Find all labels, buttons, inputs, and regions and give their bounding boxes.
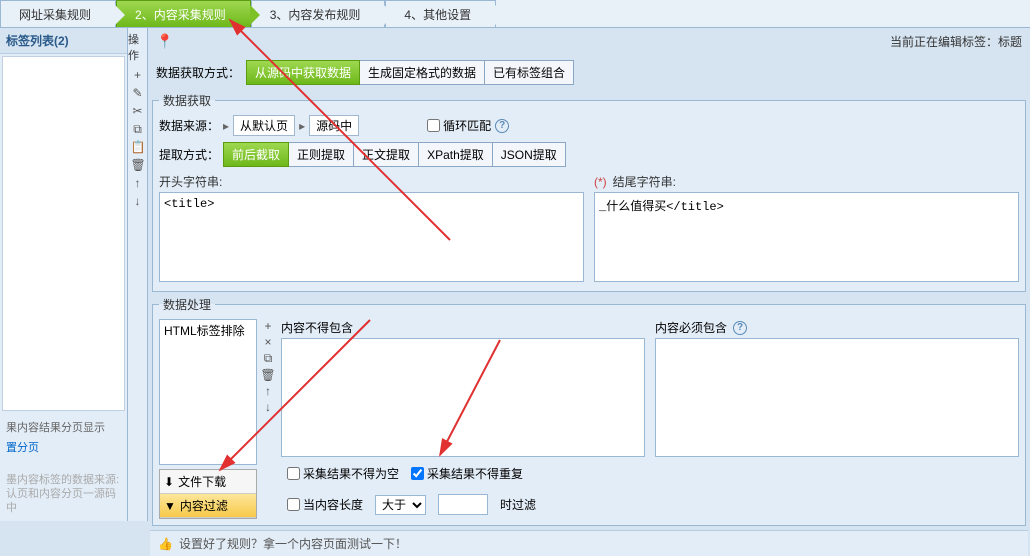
set-paging-link[interactable]: 置分页 bbox=[6, 439, 121, 455]
op-label: 操作 bbox=[128, 28, 147, 66]
footer-hint: 👍 设置好了规则？拿一个内容页面测试一下！ bbox=[150, 530, 1028, 556]
length-suffix: 时过滤 bbox=[500, 496, 536, 513]
add-icon[interactable]: + bbox=[131, 68, 145, 82]
footer-text: 设置好了规则？拿一个内容页面测试一下！ bbox=[179, 535, 407, 552]
not-contain-label: 内容不得包含 bbox=[281, 319, 353, 336]
delete-icon[interactable]: 🗑 bbox=[131, 158, 145, 172]
ext-body[interactable]: 正文提取 bbox=[354, 142, 419, 167]
method-fixed-format[interactable]: 生成固定格式的数据 bbox=[360, 60, 485, 85]
ext-json[interactable]: JSON提取 bbox=[493, 142, 566, 167]
ext-xpath[interactable]: XPath提取 bbox=[419, 142, 493, 167]
length-value-input[interactable] bbox=[438, 494, 488, 515]
data-process-fieldset: 数据处理 HTML标签排除 + × ⧉ 🗑 ↑ ↓ bbox=[152, 296, 1026, 526]
extract-method-label: 数据获取方式： bbox=[156, 64, 240, 81]
start-string-label: 开头字符串: bbox=[159, 173, 584, 190]
tab-publish-rules[interactable]: 3、内容发布规则 bbox=[251, 0, 386, 27]
list-item[interactable]: HTML标签排除 bbox=[160, 320, 256, 341]
paging-title: 果内容结果分页显示 bbox=[6, 419, 121, 435]
chk-length-filter[interactable]: 当内容长度 bbox=[287, 496, 363, 513]
extract-type-label: 提取方式： bbox=[159, 146, 219, 163]
paste-icon[interactable]: 📋 bbox=[131, 140, 145, 154]
proc-down-icon[interactable]: ↓ bbox=[265, 400, 271, 414]
process-legend: 数据处理 bbox=[159, 296, 215, 313]
proc-delete-icon[interactable]: 🗑 bbox=[260, 368, 275, 382]
ext-prefix-suffix[interactable]: 前后截取 bbox=[223, 142, 289, 167]
tag-op-column: 操作 + ✎ ✂ ⧉ 📋 🗑 ↑ ↓ bbox=[128, 28, 148, 521]
pin-icon: 📍 bbox=[156, 33, 173, 50]
length-op-select[interactable]: 大于 bbox=[375, 495, 426, 515]
chk-not-empty[interactable]: 采集结果不得为空 bbox=[287, 465, 399, 482]
move-up-icon[interactable]: ↑ bbox=[131, 176, 145, 190]
proc-add-icon[interactable]: + bbox=[264, 319, 271, 333]
edit-icon[interactable]: ✎ bbox=[131, 86, 145, 100]
method-tag-combo[interactable]: 已有标签组合 bbox=[485, 60, 574, 85]
process-bottom-tabs: ⬇ 文件下载 ▼ 内容过滤 bbox=[159, 469, 257, 519]
tab-content-filter[interactable]: ▼ 内容过滤 bbox=[160, 494, 256, 518]
method-from-source[interactable]: 从源码中获取数据 bbox=[246, 60, 360, 85]
tag-source-hint: 墨内容标签的数据来源: 认页和内容分页一源码中 bbox=[6, 473, 121, 515]
download-icon: ⬇ bbox=[164, 475, 174, 489]
help-icon[interactable]: ? bbox=[733, 321, 747, 335]
ext-regex[interactable]: 正则提取 bbox=[289, 142, 354, 167]
tag-list-body[interactable] bbox=[2, 56, 125, 411]
filter-icon: ▼ bbox=[164, 499, 176, 513]
source-default-page[interactable]: 从默认页 bbox=[233, 115, 295, 136]
must-contain-label: 内容必须包含 bbox=[655, 319, 727, 336]
extract-type-group: 前后截取 正则提取 正文提取 XPath提取 JSON提取 bbox=[223, 142, 566, 167]
chk-no-repeat[interactable]: 采集结果不得重复 bbox=[411, 465, 523, 482]
tab-file-download[interactable]: ⬇ 文件下载 bbox=[160, 470, 256, 494]
editing-status: 当前正在编辑标签：标题 bbox=[890, 33, 1022, 50]
extract-method-group: 从源码中获取数据 生成固定格式的数据 已有标签组合 bbox=[246, 60, 574, 85]
tab-content-rules[interactable]: 2、内容采集规则 bbox=[116, 0, 251, 27]
end-string-label: 结尾字符串: bbox=[613, 173, 676, 190]
copy-icon[interactable]: ⧉ bbox=[131, 122, 145, 136]
process-step-list[interactable]: HTML标签排除 bbox=[159, 319, 257, 465]
tag-list-header: 标签列表(2) bbox=[0, 28, 127, 54]
source-code[interactable]: 源码中 bbox=[309, 115, 359, 136]
tab-url-rules[interactable]: 网址采集规则 bbox=[0, 0, 116, 27]
step-tabs: 网址采集规则 2、内容采集规则 3、内容发布规则 4、其他设置 bbox=[0, 0, 1030, 28]
proc-copy-icon[interactable]: ⧉ bbox=[264, 351, 273, 366]
help-icon[interactable]: ? bbox=[495, 119, 509, 133]
not-contain-input[interactable] bbox=[281, 338, 645, 457]
end-string-input[interactable]: _什么值得买</title> bbox=[594, 192, 1019, 282]
chevron-right-icon: ▸ bbox=[223, 119, 229, 133]
start-string-input[interactable]: <title> bbox=[159, 192, 584, 282]
source-label: 数据来源： bbox=[159, 117, 219, 134]
tag-list-panel: 标签列表(2) 果内容结果分页显示 置分页 墨内容标签的数据来源: 认页和内容分… bbox=[0, 28, 128, 521]
proc-remove-icon[interactable]: × bbox=[264, 335, 271, 349]
cut-icon[interactable]: ✂ bbox=[131, 104, 145, 118]
acquire-legend: 数据获取 bbox=[159, 92, 215, 109]
required-star: (*) bbox=[594, 175, 607, 189]
thumbs-up-icon: 👍 bbox=[158, 537, 173, 551]
data-acquire-fieldset: 数据获取 数据来源： ▸ 从默认页 ▸ 源码中 循环匹配 ? 提取方式： 前后截… bbox=[152, 92, 1026, 292]
proc-up-icon[interactable]: ↑ bbox=[265, 384, 271, 398]
must-contain-input[interactable] bbox=[655, 338, 1019, 457]
tab-other-settings[interactable]: 4、其他设置 bbox=[385, 0, 496, 27]
chevron-right-icon: ▸ bbox=[299, 119, 305, 133]
loop-match-checkbox[interactable]: 循环匹配 bbox=[427, 117, 491, 134]
move-down-icon[interactable]: ↓ bbox=[131, 194, 145, 208]
